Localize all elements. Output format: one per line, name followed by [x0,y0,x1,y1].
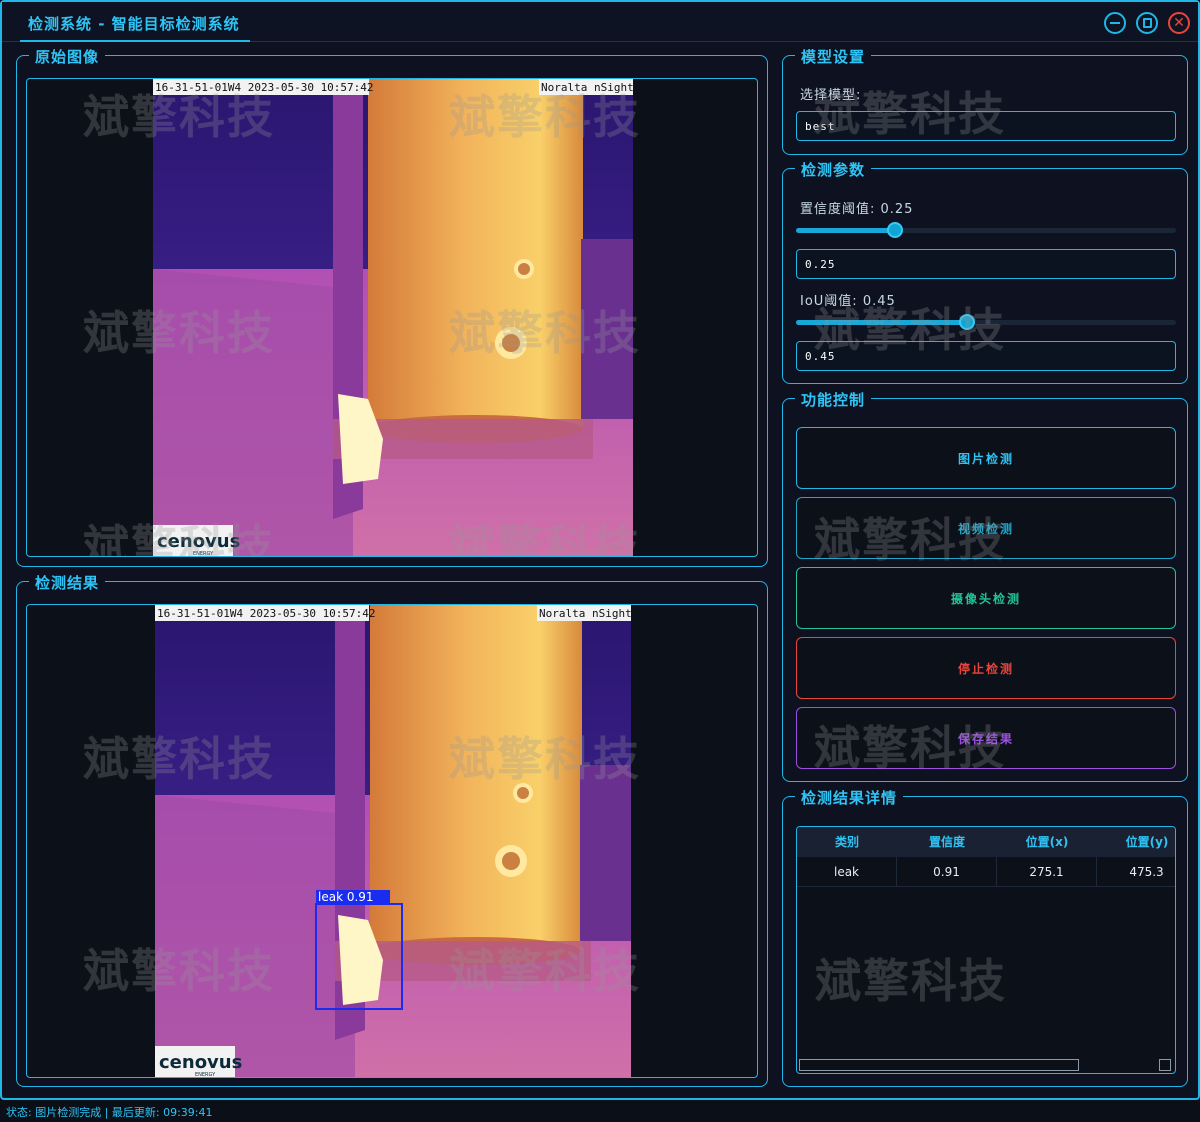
minimize-icon [1110,22,1120,24]
confidence-input[interactable]: 0.25 [796,249,1176,279]
function-controls-title: 功能控制 [795,389,872,410]
cell-y: 475.3 [1097,857,1175,886]
column-header-y[interactable]: 位置(y) [1097,827,1175,857]
watermark: 斌擎科技 [815,954,1007,1008]
app-window: 检测系统 - 智能目标检测系统 ✕ 原始图像 16-31-51-01W4 202… [0,0,1200,1100]
cell-confidence: 0.91 [897,857,997,886]
column-header-confidence[interactable]: 置信度 [897,827,997,857]
confidence-threshold-label: 置信度阈值: 0.25 [800,202,914,217]
iou-threshold-label: IoU阈值: 0.45 [800,294,896,309]
result-thermal-image: leak 0.91 16-31-51-01W4 2023-05-30 10:57… [155,605,631,1078]
close-button[interactable]: ✕ [1168,12,1190,34]
confidence-slider-handle[interactable] [887,222,903,238]
iou-slider-fill [796,320,967,325]
result-cenovus-logo-sub: ENERGY [195,1072,216,1078]
confidence-slider[interactable] [796,222,1176,238]
original-cenovus-logo: cenovus [157,531,240,552]
result-image-title: 检测结果 [29,572,106,593]
detection-params-title: 检测参数 [795,159,872,180]
result-cenovus-logo: cenovus [159,1052,242,1073]
column-header-class[interactable]: 类别 [797,827,897,857]
horizontal-scrollbar[interactable] [799,1059,1079,1071]
results-detail-title: 检测结果详情 [795,787,904,808]
original-thermal-image: 16-31-51-01W4 2023-05-30 10:57:42 Noralt… [153,79,633,557]
confidence-slider-fill [796,228,896,233]
scrollbar-corner [1159,1059,1171,1071]
original-image-title: 原始图像 [29,46,106,67]
minimize-button[interactable] [1104,12,1126,34]
column-header-x[interactable]: 位置(x) [997,827,1097,857]
image-detect-button[interactable]: 图片检测 [796,427,1176,489]
cell-class: leak [797,857,897,886]
iou-slider[interactable] [796,314,1176,330]
model-select-label: 选择模型: [800,88,862,103]
original-cenovus-logo-sub: ENERGY [193,551,214,557]
status-bar: 状态: 图片检测完成 | 最后更新: 09:39:41 [0,1102,1200,1122]
iou-input[interactable]: 0.45 [796,341,1176,371]
results-table-header: 类别 置信度 位置(x) 位置(y) [797,827,1175,857]
table-row[interactable]: leak 0.91 275.1 475.3 [797,857,1175,887]
result-thermal-svg: leak 0.91 16-31-51-01W4 2023-05-30 10:57… [155,605,631,1078]
title-underline [20,40,250,42]
model-select[interactable]: best [796,111,1176,141]
original-camera-timestamp: 16-31-51-01W4 2023-05-30 10:57:42 [155,81,374,94]
window-title: 检测系统 - 智能目标检测系统 [28,15,240,33]
model-settings-title: 模型设置 [795,46,872,67]
cell-x: 275.1 [997,857,1097,886]
maximize-icon [1142,18,1152,28]
title-bar[interactable]: 检测系统 - 智能目标检测系统 ✕ [2,2,1198,42]
original-thermal-svg: 16-31-51-01W4 2023-05-30 10:57:42 Noralt… [153,79,633,557]
camera-detect-button[interactable]: 摄像头检测 [796,567,1176,629]
save-result-button[interactable]: 保存结果 [796,707,1176,769]
result-image-frame: leak 0.91 16-31-51-01W4 2023-05-30 10:57… [26,604,758,1078]
stop-detect-button[interactable]: 停止检测 [796,637,1176,699]
close-icon: ✕ [1173,15,1185,31]
original-camera-brand: Noralta nSight [541,81,633,94]
result-camera-timestamp: 16-31-51-01W4 2023-05-30 10:57:42 [157,607,376,620]
video-detect-button[interactable]: 视频检测 [796,497,1176,559]
results-table[interactable]: 类别 置信度 位置(x) 位置(y) leak 0.91 275.1 475.3… [796,826,1176,1074]
original-image-frame: 16-31-51-01W4 2023-05-30 10:57:42 Noralt… [26,78,758,557]
maximize-button[interactable] [1136,12,1158,34]
result-camera-brand: Noralta nSight [539,607,631,620]
iou-slider-handle[interactable] [959,314,975,330]
detection-box-label: leak 0.91 [318,890,374,904]
